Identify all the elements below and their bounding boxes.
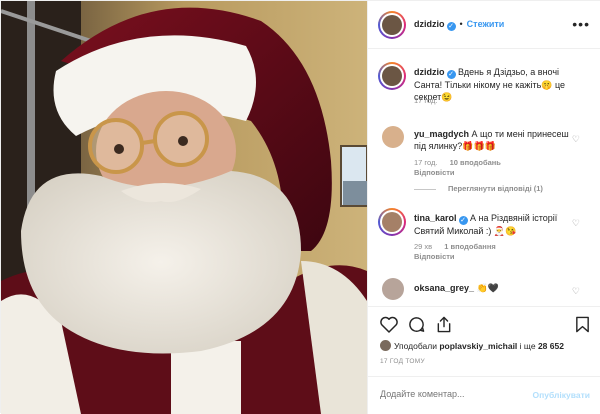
caption-avatar[interactable] [378, 62, 406, 90]
commenter-avatar[interactable] [382, 278, 404, 300]
add-comment-bar: Опублікувати [368, 376, 600, 414]
likes-middle: і ще [519, 341, 536, 351]
comments-list: dzidzio ✓ Вдень я Дзідзьо, а вночі Санта!… [368, 50, 600, 306]
commenter-avatar[interactable] [382, 126, 404, 148]
comment-likes[interactable]: 10 вподобань [450, 158, 501, 167]
comment-text: yu_magdych А що ти мені принесеш під яли… [414, 128, 574, 152]
caption-time[interactable]: 17 год. [414, 96, 437, 105]
likes-summary: Уподобали poplavskiy_michail і ще 28 652 [380, 340, 564, 351]
separator-dot: • [459, 19, 463, 29]
santa-photo [1, 1, 367, 414]
reply-button[interactable]: Відповісти [414, 168, 455, 177]
comment-likes[interactable]: 1 вподобання [444, 242, 495, 251]
caption-meta: 17 год. [414, 96, 447, 105]
comment-meta: 29 хв 1 вподобання [414, 242, 506, 251]
comment-body: 👏🖤 [476, 283, 499, 293]
more-icon[interactable]: ••• [572, 17, 590, 31]
comment-time[interactable]: 17 год. [414, 158, 437, 167]
comment-like-icon[interactable]: ♡ [572, 134, 580, 145]
post-actions [368, 306, 600, 344]
post-photo[interactable] [1, 1, 367, 414]
instagram-post: dzidzio ✓ • Стежити ••• dzidzio ✓ Вдень я Дз… [0, 0, 600, 414]
author-username[interactable]: dzidzio [414, 19, 445, 29]
comment-reply-row: Відповісти [414, 252, 465, 261]
comment-input[interactable] [380, 389, 530, 399]
comment-like-icon[interactable]: ♡ [572, 218, 580, 229]
author-avatar[interactable] [378, 11, 406, 39]
verified-icon: ✓ [458, 216, 468, 225]
comment-username[interactable]: yu_magdych [414, 129, 469, 139]
verified-icon: ✓ [446, 22, 456, 31]
post-timestamp[interactable]: 17 ГОД ТОМУ [380, 358, 425, 365]
comment-username[interactable]: tina_karol [414, 213, 457, 223]
comment-text: oksana_grey_ 👏🖤 [414, 282, 574, 294]
comment-icon[interactable] [408, 316, 425, 335]
follow-button[interactable]: Стежити [467, 19, 505, 29]
post-header: dzidzio ✓ • Стежити ••• [368, 1, 600, 49]
caption-username[interactable]: dzidzio [414, 67, 445, 77]
likes-prefix: Уподобали [394, 341, 437, 351]
liker-username[interactable]: poplavskiy_michail [439, 341, 517, 351]
share-icon[interactable] [436, 316, 452, 335]
comment-text: tina_karol ✓ А на Різдвяній історії Святи… [414, 212, 574, 237]
liker-avatar[interactable] [380, 340, 391, 351]
comment-reply-row: Відповісти [414, 168, 465, 177]
comment-username[interactable]: oksana_grey_ [414, 283, 474, 293]
publish-button[interactable]: Опублікувати [533, 390, 590, 400]
likes-count[interactable]: 28 652 [538, 341, 564, 351]
view-replies-button[interactable]: Переглянути відповіді (1) [414, 184, 543, 193]
comment-meta: 17 год. 10 вподобань [414, 158, 511, 167]
heart-icon[interactable] [380, 316, 398, 335]
post-sidebar: dzidzio ✓ • Стежити ••• dzidzio ✓ Вдень я Дз… [367, 1, 600, 414]
bookmark-icon[interactable] [575, 316, 590, 335]
comment-like-icon[interactable]: ♡ [572, 286, 580, 297]
comment-time[interactable]: 29 хв [414, 242, 432, 251]
verified-icon: ✓ [446, 70, 456, 79]
reply-button[interactable]: Відповісти [414, 252, 455, 261]
commenter-avatar[interactable] [378, 208, 406, 236]
